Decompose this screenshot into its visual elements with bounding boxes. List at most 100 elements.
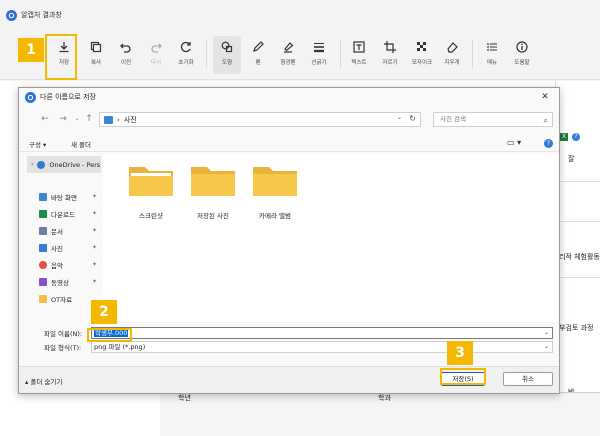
- chevron-down-icon[interactable]: ⌄: [544, 342, 549, 352]
- pin-icon: ✦: [91, 210, 97, 217]
- mosaic-icon: [415, 40, 429, 54]
- forward-arrow-icon[interactable]: →: [57, 113, 69, 125]
- reset-icon: [179, 40, 193, 54]
- highlight-box: [45, 34, 77, 80]
- shapes-tool-button[interactable]: 도형: [213, 36, 241, 74]
- pen-tool-button[interactable]: 펜: [244, 36, 272, 74]
- document-icon: [39, 226, 47, 235]
- highlighter-icon: [281, 40, 295, 54]
- address-path: 사진: [123, 115, 137, 124]
- nav-item-ot-folder[interactable]: OT자료: [27, 290, 101, 307]
- pin-icon: ✦: [91, 227, 97, 234]
- nav-item-desktop[interactable]: 바탕 화면 ✦: [27, 188, 101, 205]
- hide-folders-button[interactable]: ▴ 폴더 숨기기: [25, 376, 62, 386]
- filetype-select[interactable]: png 파일 (*.png) ⌄: [91, 341, 553, 353]
- app-logo-icon: [6, 9, 17, 21]
- undo-icon: [119, 40, 133, 54]
- highlighter-tool-button[interactable]: 형광펜: [274, 36, 302, 74]
- line-width-icon: [312, 40, 326, 54]
- eraser-icon: [445, 40, 459, 54]
- help-tool-button[interactable]: 도움말: [508, 36, 536, 74]
- filename-input[interactable]: 학생부.000 ⌄: [91, 327, 553, 339]
- command-bar: 구성 ▾ 새 폴더 ▭ ▾ ?: [19, 136, 559, 152]
- nav-item-documents[interactable]: 문서 ✦: [27, 222, 101, 239]
- background-document: X ? 잘 리적 체험활동 부검토 과정 반: [555, 81, 600, 436]
- toolbar: 저장 복사 이전 다시 초기화 도형 펜 형광펜 선굵기 텍스트 자르기 모자이…: [0, 30, 600, 80]
- folder-item-camera-roll[interactable]: 카메라 앨범: [247, 162, 303, 232]
- app-title: 알캡처 결과창: [21, 11, 62, 19]
- dialog-titlebar: 다른 이름으로 저장 ✕: [19, 88, 559, 106]
- app-titlebar: 알캡처 결과창: [0, 0, 600, 30]
- pin-icon: ✦: [91, 278, 97, 285]
- folder-item-screenshots[interactable]: 스크린샷: [123, 162, 179, 232]
- chevron-down-icon[interactable]: ⌄: [71, 113, 83, 125]
- nav-item-downloads[interactable]: 다운로드 ✦: [27, 205, 101, 222]
- background-table-header: 학년 학과: [160, 392, 600, 436]
- step-badge: 2: [91, 300, 117, 324]
- cancel-button[interactable]: 취소: [503, 372, 553, 386]
- copy-tool-button[interactable]: 복사: [82, 36, 110, 74]
- nav-item-music[interactable]: 음악 ✦: [27, 256, 101, 273]
- save-as-dialog: 다른 이름으로 저장 ✕ ← → ⌄ ↑ › 사진 ⌄ ↻ 사진 검색 ⌕ 구성…: [18, 87, 560, 394]
- chevron-up-icon: ▴: [25, 378, 29, 386]
- folder-icon: [129, 167, 173, 196]
- back-arrow-icon[interactable]: ←: [39, 113, 51, 125]
- help-circle-icon[interactable]: ?: [544, 139, 553, 148]
- copy-icon: [89, 40, 103, 54]
- refresh-icon[interactable]: ↻: [409, 114, 416, 123]
- search-input[interactable]: 사진 검색 ⌕: [433, 112, 553, 127]
- eraser-tool-button[interactable]: 지우개: [438, 36, 466, 74]
- crop-icon: [383, 40, 397, 54]
- text-icon: [352, 40, 366, 54]
- filetype-label: 파일 형식(T):: [44, 344, 82, 352]
- help-circle-icon: ?: [572, 133, 580, 141]
- document-text: 리적 체험활동: [559, 253, 600, 261]
- pin-icon: ✦: [91, 193, 97, 200]
- help-icon: [515, 40, 529, 54]
- toolbar-separator: [206, 40, 207, 68]
- folder-icon: [191, 167, 235, 196]
- download-icon: [39, 209, 47, 218]
- chevron-down-icon[interactable]: ⌄: [397, 114, 402, 121]
- folder-item-saved-pictures[interactable]: 저장된 사진: [185, 162, 241, 232]
- up-arrow-icon[interactable]: ↑: [83, 113, 95, 125]
- folder-icon: [253, 167, 297, 196]
- toolbar-separator: [472, 40, 473, 68]
- music-icon: [39, 260, 47, 269]
- folder-icon: [39, 294, 47, 303]
- search-icon: ⌕: [543, 116, 548, 125]
- nav-item-pictures[interactable]: 사진 ✦: [27, 239, 101, 256]
- table-header-cell: 학과: [378, 394, 391, 402]
- menu-tool-button[interactable]: 메뉴: [478, 36, 506, 74]
- nav-item-videos[interactable]: 동영상 ✦: [27, 273, 101, 290]
- pin-icon: ✦: [91, 244, 97, 251]
- step-badge: 1: [18, 38, 44, 62]
- undo-tool-button[interactable]: 이전: [112, 36, 140, 74]
- reset-tool-button[interactable]: 초기화: [172, 36, 200, 74]
- filename-label: 파일 이름(N):: [44, 330, 83, 338]
- toolbar-separator: [340, 40, 341, 68]
- mosaic-tool-button[interactable]: 모자이크: [408, 36, 436, 74]
- redo-tool-button[interactable]: 다시: [142, 36, 170, 74]
- close-icon[interactable]: ✕: [539, 91, 551, 103]
- menu-icon: [485, 40, 499, 54]
- step-badge: 3: [447, 341, 473, 365]
- new-folder-button[interactable]: 새 폴더: [71, 139, 91, 149]
- highlight-box: [440, 368, 486, 385]
- highlight-box: [87, 328, 132, 342]
- view-options-icon[interactable]: ▭ ▾: [507, 138, 521, 147]
- crop-tool-button[interactable]: 자르기: [376, 36, 404, 74]
- line-width-tool-button[interactable]: 선굵기: [305, 36, 333, 74]
- navigation-bar: ← → ⌄ ↑ › 사진 ⌄ ↻ 사진 검색 ⌕: [19, 110, 559, 130]
- organize-button[interactable]: 구성 ▾: [29, 139, 46, 149]
- chevron-down-icon[interactable]: ⌄: [544, 328, 549, 338]
- text-tool-button[interactable]: 텍스트: [345, 36, 373, 74]
- video-icon: [39, 277, 47, 286]
- pin-icon: ✦: [91, 261, 97, 268]
- desktop-icon: [39, 192, 47, 201]
- document-text: 잘: [568, 155, 575, 163]
- nav-item-onedrive[interactable]: › OneDrive - Pers: [27, 156, 101, 173]
- address-bar[interactable]: › 사진 ⌄ ↻: [99, 112, 421, 127]
- app-logo-icon: [25, 91, 36, 103]
- redo-icon: [149, 40, 163, 54]
